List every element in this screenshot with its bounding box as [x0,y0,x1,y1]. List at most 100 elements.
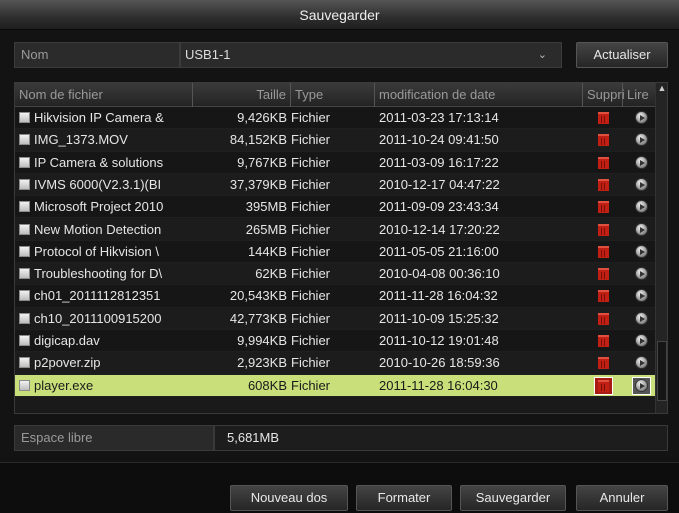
file-icon [19,312,30,324]
play-button[interactable] [627,196,655,218]
save-button[interactable]: Sauvegarder [460,485,566,511]
file-size: 62KB [255,266,287,282]
trash-icon [597,335,609,347]
column-header-name[interactable]: Nom de fichier [15,83,193,107]
play-button[interactable] [627,241,655,263]
trash-icon [597,357,609,370]
table-row[interactable]: New Motion Detection 265MB Fichier 2010-12-… [15,218,655,241]
file-name-cell: IVMS 6000(V2.3.1)(BI [19,174,189,196]
refresh-button[interactable]: Actualiser [576,42,668,68]
file-name-cell: IMG_1373.MOV [19,129,189,151]
play-button[interactable] [627,375,655,397]
format-button[interactable]: Formater [356,485,452,511]
new-folder-button[interactable]: Nouveau dos [230,485,348,511]
delete-button[interactable] [587,196,619,218]
file-name-cell: Microsoft Project 2010 [19,196,189,218]
file-type: Fichier [291,310,331,326]
file-name-cell: ch01_2011112812351 [19,285,189,307]
play-button[interactable] [627,152,655,174]
delete-button[interactable] [587,352,619,374]
file-size: 144KB [247,243,287,259]
table-row[interactable]: Hikvision IP Camera & 9,426KB Fichier 2011-… [15,107,655,130]
play-button[interactable] [627,129,655,151]
delete-button[interactable] [587,129,619,151]
delete-button[interactable] [587,285,619,307]
play-icon [634,289,648,303]
file-size: 37,379KB [229,176,287,192]
scroll-up-icon[interactable]: ▲ [656,83,667,95]
table-row[interactable]: ch01_2011112812351 20,543KB Fichier 2011-11… [15,285,655,308]
delete-button[interactable] [587,241,619,263]
file-icon [19,223,30,235]
free-space-value: 5,681MB [214,425,668,451]
trash-icon [597,223,609,236]
table-row[interactable]: player.exe 608KB Fichier 2011-11-28 16:04:3… [15,374,655,397]
vertical-scrollbar[interactable]: ▲ [655,83,667,413]
table-row[interactable]: IP Camera & solutions 9,767KB Fichier 2011-… [15,151,655,174]
free-space-label: Espace libre [14,425,214,451]
play-button[interactable] [627,263,655,285]
file-type: Fichier [291,377,331,393]
delete-button[interactable] [587,107,619,129]
play-button[interactable] [627,352,655,374]
column-header-play: Lire [627,87,649,102]
delete-button[interactable] [587,308,619,330]
play-button[interactable] [627,174,655,196]
file-size: 608KB [247,377,287,393]
scrollbar-thumb[interactable] [657,341,667,401]
trash-icon [597,134,609,147]
file-modified-date: 2011-05-05 21:16:00 [379,243,499,259]
column-header-type[interactable]: Type [291,83,375,107]
delete-button[interactable] [587,263,619,285]
file-size: 20,543KB [229,288,287,304]
file-modified-date: 2011-03-23 17:13:14 [379,110,499,125]
delete-button[interactable] [587,330,619,352]
column-header-date[interactable]: modification de date [375,83,583,107]
play-button[interactable] [627,219,655,241]
file-type: Fichier [291,243,331,259]
delete-button[interactable] [587,174,619,196]
delete-button[interactable] [587,375,619,397]
table-row[interactable]: IVMS 6000(V2.3.1)(BI 37,379KB Fichier 2010-… [15,173,655,197]
trash-icon [597,245,609,258]
file-name-cell: Hikvision IP Camera & [19,107,189,129]
table-row[interactable]: p2pover.zip 2,923KB Fichier 2010-10-26 18:5… [15,352,655,375]
table-row[interactable]: Troubleshooting for D\ 62KB Fichier 2010-04… [15,263,655,286]
file-type: Fichier [291,355,331,371]
file-size: 9,426KB [237,110,287,125]
file-icon [19,112,30,123]
play-button[interactable] [627,330,655,352]
play-button[interactable] [627,285,655,307]
table-row[interactable]: digicap.dav 9,994KB Fichier 2011-10-12 19:0… [15,330,655,353]
play-icon [634,200,648,214]
file-name: ch10_2011100915200 [34,310,162,326]
delete-button[interactable] [587,219,619,241]
column-header-size[interactable]: Taille [193,83,291,107]
table-row[interactable]: Microsoft Project 2010 395MB Fichier 2011-0… [15,196,655,219]
file-modified-date: 2011-11-28 16:04:32 [379,288,498,304]
play-icon [634,267,648,281]
file-name-cell: ch10_2011100915200 [19,308,189,330]
table-row[interactable]: IMG_1373.MOV 84,152KB Fichier 2011-10-24 09… [15,129,655,152]
file-icon [19,134,30,146]
file-type: Fichier [291,199,331,215]
play-icon [634,133,648,147]
file-name-cell: Protocol of Hikvision \ [19,241,189,263]
table-row[interactable]: ch10_2011100915200 42,773KB Fichier 2011-10… [15,307,655,330]
play-icon [634,244,648,258]
trash-icon [597,312,609,325]
file-modified-date: 2011-11-28 16:04:30 [379,377,498,393]
file-name: New Motion Detection [34,221,162,237]
table-row[interactable]: Protocol of Hikvision \ 144KB Fichier 2011-… [15,240,655,264]
device-select[interactable]: USB1-1 ⌄ [180,42,562,68]
file-modified-date: 2010-12-14 17:20:22 [379,221,500,237]
play-button[interactable] [627,107,655,129]
play-button[interactable] [627,308,655,330]
trash-icon [597,112,609,124]
delete-button[interactable] [587,152,619,174]
file-icon [19,335,30,346]
cancel-button[interactable]: Annuler [576,485,668,511]
trash-icon [597,268,609,281]
file-size: 9,994KB [237,333,287,348]
file-size: 84,152KB [229,132,287,148]
